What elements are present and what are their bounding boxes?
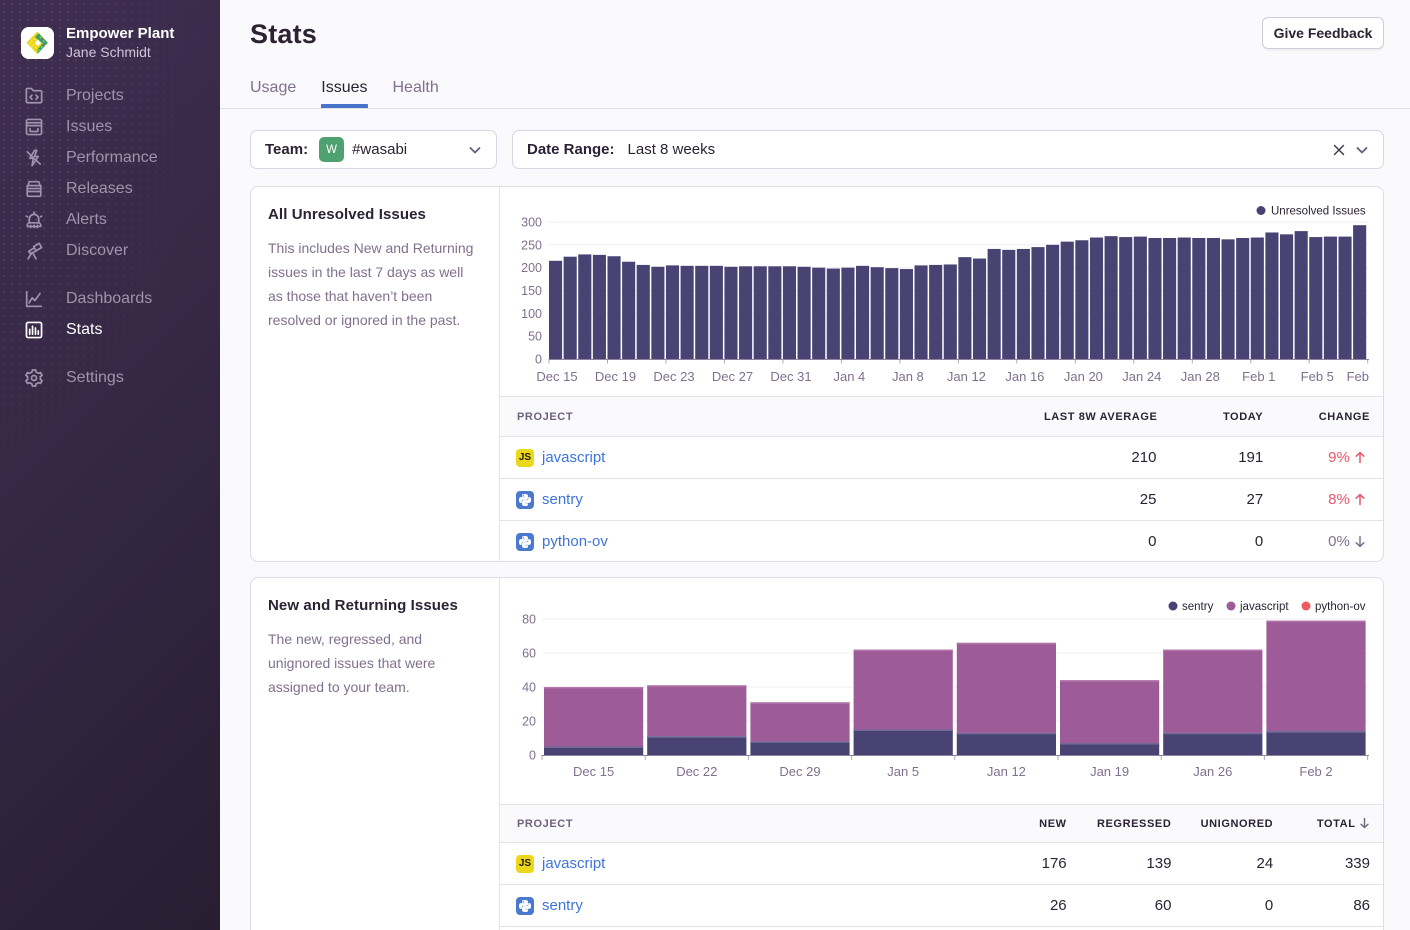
svg-text:Feb 2: Feb 2 bbox=[1299, 764, 1332, 779]
svg-text:Jan 5: Jan 5 bbox=[887, 764, 919, 779]
svg-text:Jan 12: Jan 12 bbox=[987, 764, 1026, 779]
svg-text:Jan 24: Jan 24 bbox=[1122, 369, 1161, 384]
svg-text:Dec 29: Dec 29 bbox=[779, 764, 820, 779]
svg-text:Dec 15: Dec 15 bbox=[536, 369, 577, 384]
svg-text:Jan 26: Jan 26 bbox=[1193, 764, 1232, 779]
svg-text:Jan 20: Jan 20 bbox=[1064, 369, 1103, 384]
svg-text:0: 0 bbox=[535, 353, 542, 367]
svg-text:Dec 22: Dec 22 bbox=[676, 764, 717, 779]
svg-text:Jan 12: Jan 12 bbox=[947, 369, 986, 384]
svg-text:javascript: javascript bbox=[1239, 601, 1289, 613]
svg-text:python-ov: python-ov bbox=[1315, 601, 1366, 613]
svg-text:Dec 15: Dec 15 bbox=[573, 764, 614, 779]
svg-text:Jan 8: Jan 8 bbox=[892, 369, 924, 384]
svg-text:Dec 27: Dec 27 bbox=[712, 369, 753, 384]
svg-text:Dec 23: Dec 23 bbox=[653, 369, 694, 384]
svg-text:Jan 19: Jan 19 bbox=[1090, 764, 1129, 779]
svg-text:80: 80 bbox=[522, 613, 536, 627]
svg-text:Dec 19: Dec 19 bbox=[595, 369, 636, 384]
svg-text:300: 300 bbox=[521, 216, 542, 230]
svg-text:0: 0 bbox=[529, 749, 536, 763]
svg-text:Unresolved Issues: Unresolved Issues bbox=[1271, 206, 1366, 218]
svg-text:Jan 28: Jan 28 bbox=[1181, 369, 1220, 384]
svg-text:50: 50 bbox=[528, 330, 542, 344]
svg-text:200: 200 bbox=[521, 261, 542, 275]
svg-text:20: 20 bbox=[522, 715, 536, 729]
svg-text:Jan 16: Jan 16 bbox=[1005, 369, 1044, 384]
svg-text:250: 250 bbox=[521, 238, 542, 252]
svg-text:sentry: sentry bbox=[1182, 601, 1214, 613]
svg-text:Jan 4: Jan 4 bbox=[833, 369, 865, 384]
svg-text:40: 40 bbox=[522, 681, 536, 695]
svg-text:100: 100 bbox=[521, 307, 542, 321]
svg-text:Dec 31: Dec 31 bbox=[770, 369, 811, 384]
svg-text:Feb 1: Feb 1 bbox=[1242, 369, 1275, 384]
svg-text:150: 150 bbox=[521, 284, 542, 298]
svg-text:Feb 5: Feb 5 bbox=[1301, 369, 1334, 384]
svg-text:Feb: Feb bbox=[1347, 369, 1369, 384]
svg-text:60: 60 bbox=[522, 647, 536, 661]
